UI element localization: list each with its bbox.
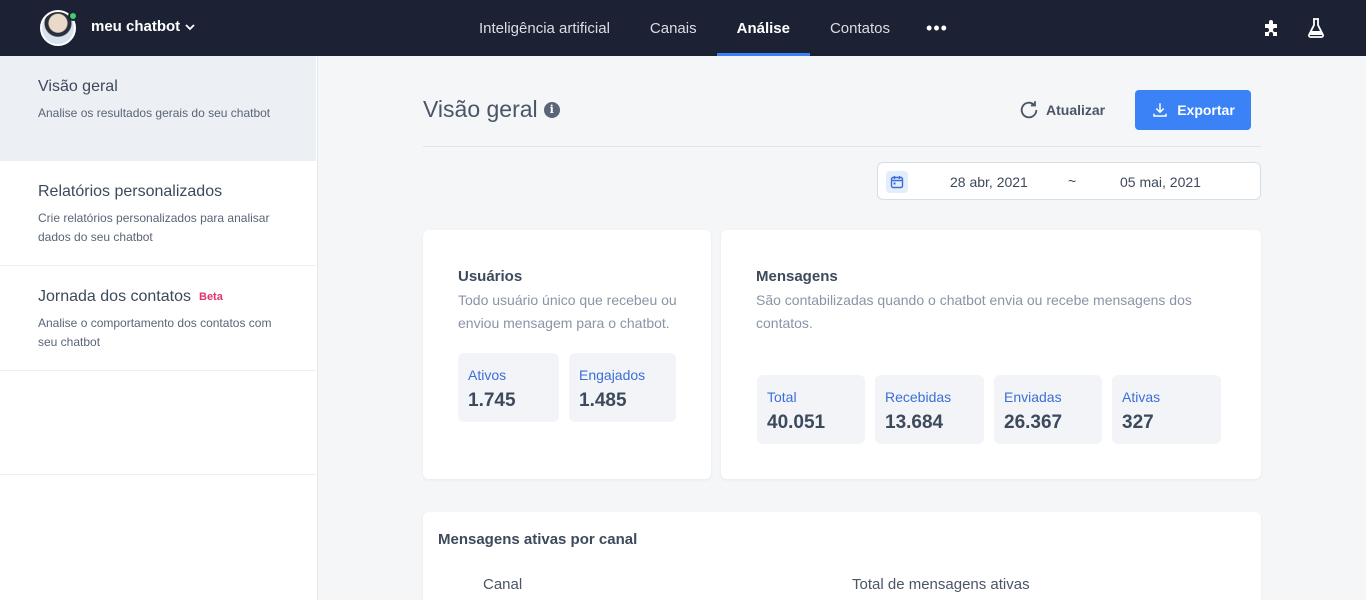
flask-icon[interactable] [1304, 16, 1328, 40]
stat-value: 13.684 [885, 412, 944, 433]
stat-value: 26.367 [1004, 412, 1063, 433]
refresh-button[interactable]: Atualizar [1018, 98, 1105, 122]
date-start[interactable]: 28 abr, 2021 [950, 174, 1028, 190]
main-nav: Inteligência artificial Canais Análise C… [459, 0, 964, 56]
stat-engajados: Engajados 1.485 [569, 353, 676, 422]
top-bar: meu chatbot Inteligência artificial Cana… [0, 0, 1366, 56]
stat-label: Total [767, 389, 797, 405]
bot-name: meu chatbot [91, 18, 181, 35]
sidebar-item-title: Jornada dos contatos [38, 288, 191, 305]
stat-ativos: Ativos 1.745 [458, 353, 559, 422]
column-header-total[interactable]: Total de mensagens ativas [852, 576, 1030, 593]
nav-canais[interactable]: Canais [630, 0, 717, 56]
messages-card-desc-line: São contabilizadas quando o chatbot envi… [756, 292, 1192, 308]
sidebar: Visão geral Analise os resultados gerais… [0, 56, 318, 600]
sidebar-item-title: Visão geral [38, 78, 118, 95]
stat-label: Enviadas [1004, 389, 1062, 405]
sidebar-item-jornada[interactable]: Jornada dos contatos Beta Analise o comp… [0, 266, 316, 371]
stat-value: 327 [1122, 412, 1154, 433]
sidebar-item-desc: Analise o comportamento dos contatos com… [38, 316, 272, 349]
messages-card-desc: São contabilizadas quando o chatbot envi… [756, 289, 1226, 335]
channel-card: Mensagens ativas por canal Canal Total d… [423, 512, 1261, 600]
column-header-canal[interactable]: Canal [483, 576, 522, 593]
sidebar-item-visao-geral[interactable]: Visão geral Analise os resultados gerais… [0, 56, 316, 161]
users-card-desc-line: Todo usuário único que recebeu ou [458, 292, 677, 308]
beta-badge: Beta [199, 291, 223, 303]
stat-ativas: Ativas 327 [1112, 375, 1221, 444]
users-card-title: Usuários [458, 268, 523, 285]
nav-inteligencia-artificial[interactable]: Inteligência artificial [459, 0, 630, 56]
stat-value: 1.745 [468, 390, 516, 411]
page-title: Visão geral i [423, 96, 560, 123]
users-card: Usuários Todo usuário único que recebeu … [423, 230, 711, 479]
header-divider [423, 146, 1261, 147]
date-range-picker[interactable]: 28 abr, 2021 ~ 05 mai, 2021 [877, 162, 1261, 200]
page-title-text: Visão geral [423, 96, 538, 122]
bot-selector[interactable]: meu chatbot [91, 18, 196, 35]
date-separator: ~ [1068, 173, 1077, 189]
messages-card-desc-line: contatos. [756, 315, 813, 331]
users-card-desc: Todo usuário único que recebeu ou enviou… [458, 289, 677, 335]
export-label: Exportar [1177, 102, 1235, 118]
sidebar-item-title-row: Jornada dos contatos Beta [38, 288, 278, 306]
stat-enviadas: Enviadas 26.367 [994, 375, 1102, 444]
sidebar-item-desc: Crie relatórios personalizados para anal… [38, 211, 270, 244]
export-button[interactable]: Exportar [1135, 90, 1251, 130]
stat-label: Engajados [579, 367, 646, 383]
sidebar-item-title: Relatórios personalizados [38, 183, 223, 200]
stat-value: 1.485 [579, 390, 627, 411]
more-menu-icon[interactable]: ••• [910, 0, 964, 56]
refresh-icon [1020, 101, 1038, 119]
chevron-down-icon [185, 23, 195, 30]
stat-label: Ativas [1122, 389, 1161, 405]
stat-label: Ativos [468, 367, 507, 383]
info-icon[interactable]: i [543, 101, 560, 118]
messages-card-title: Mensagens [756, 268, 838, 285]
date-end[interactable]: 05 mai, 2021 [1120, 174, 1201, 190]
nav-analise[interactable]: Análise [716, 0, 811, 56]
nav-contatos[interactable]: Contatos [810, 0, 910, 56]
refresh-label: Atualizar [1046, 102, 1106, 118]
stat-value: 40.051 [767, 412, 826, 433]
stat-label: Recebidas [885, 389, 952, 405]
sidebar-item-relatorios[interactable]: Relatórios personalizados Crie relatório… [0, 161, 316, 266]
stat-total: Total 40.051 [757, 375, 865, 444]
users-card-desc-line: enviou mensagem para o chatbot. [458, 315, 670, 331]
stat-recebidas: Recebidas 13.684 [875, 375, 984, 444]
sidebar-item-desc: Analise os resultados gerais do seu chat… [38, 106, 271, 120]
messages-card: Mensagens São contabilizadas quando o ch… [721, 230, 1261, 479]
calendar-icon [886, 171, 908, 193]
online-status-dot [68, 11, 78, 21]
download-icon [1153, 103, 1167, 117]
channel-card-title: Mensagens ativas por canal [438, 531, 638, 548]
puzzle-icon[interactable] [1261, 16, 1285, 40]
sidebar-empty-slot [0, 371, 316, 475]
